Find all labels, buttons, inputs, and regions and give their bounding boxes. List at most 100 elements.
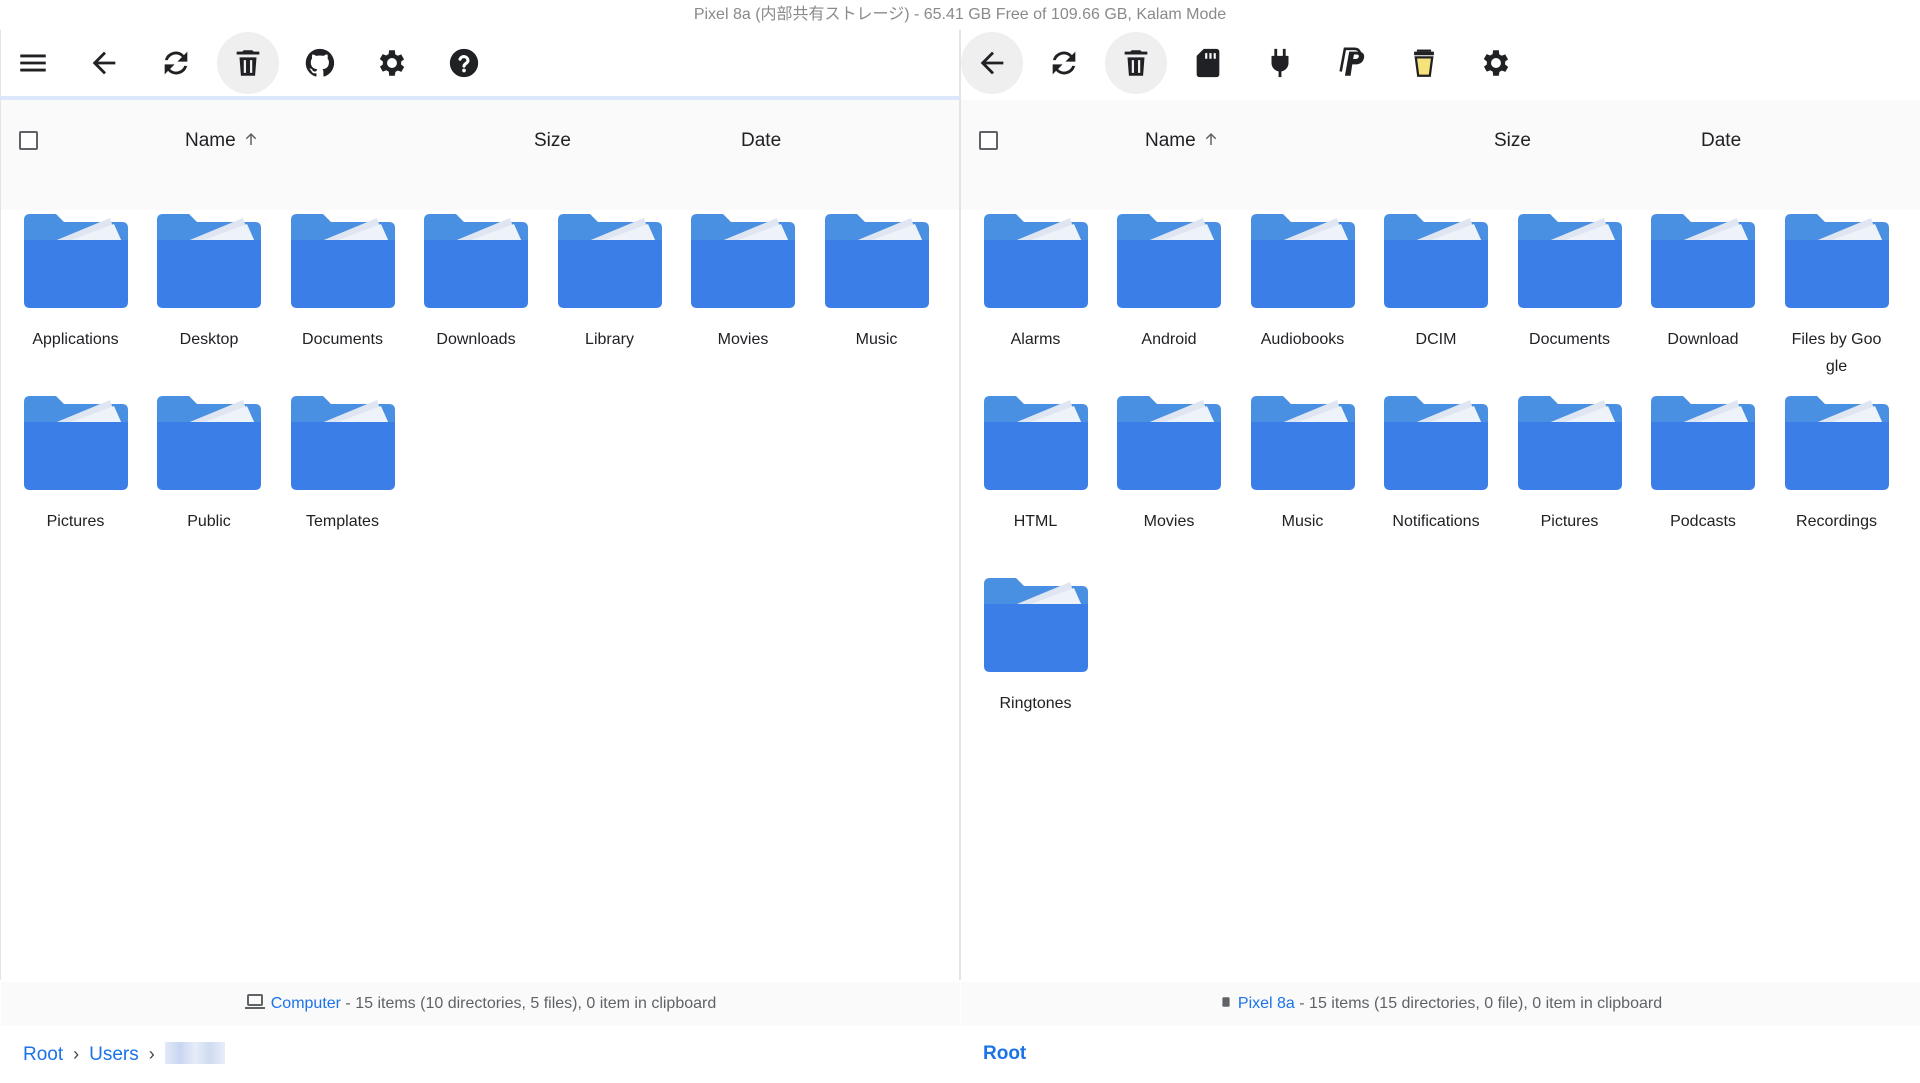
phone-icon [1222, 997, 1230, 1007]
device-link-computer[interactable]: Computer [271, 995, 341, 1012]
folder-item[interactable]: Recordings [1770, 394, 1903, 569]
folder-item[interactable]: Pictures [1503, 394, 1636, 569]
right-status-bar: Pixel 8a - 15 items (15 directories, 0 f… [961, 982, 1920, 1026]
folder-icon [157, 214, 261, 308]
date-column-header[interactable]: Date [1701, 129, 1741, 153]
folder-label: Audiobooks [1260, 331, 1345, 348]
select-all-checkbox[interactable] [979, 131, 998, 150]
folder-label: Movies [1143, 513, 1195, 530]
folder-item[interactable]: Audiobooks [1236, 212, 1369, 387]
folder-item[interactable]: Public [143, 394, 276, 569]
folder-label: HTML [1013, 513, 1058, 530]
breadcrumb-redacted-user[interactable] [164, 1042, 225, 1064]
folder-label: DCIM [1415, 331, 1457, 348]
donate-button[interactable] [1393, 32, 1455, 94]
folder-label: Templates [306, 513, 379, 530]
folder-icon [557, 214, 662, 308]
trash-icon [236, 50, 260, 76]
help-button[interactable] [433, 32, 495, 94]
folder-label: Public [187, 513, 231, 530]
folder-item[interactable]: Music [1236, 394, 1369, 569]
folder-item[interactable]: Templates [276, 394, 409, 569]
sort-up-icon [245, 133, 256, 145]
folder-label: Notifications [1392, 513, 1480, 530]
window-title: Pixel 8a (内部共有ストレージ) - 65.41 GB Free of … [693, 6, 1227, 23]
size-column-header[interactable]: Size [534, 129, 571, 153]
folder-item[interactable]: Movies [677, 212, 810, 387]
sd-card-icon [1196, 48, 1220, 78]
delete-button[interactable] [217, 32, 279, 94]
folder-label: Android [1141, 331, 1197, 348]
folder-item[interactable]: Movies [1103, 394, 1236, 569]
folder-icon [1784, 396, 1889, 490]
folder-icon [983, 396, 1088, 490]
folder-item[interactable]: DCIM [1370, 212, 1503, 387]
paypal-button[interactable] [1321, 32, 1383, 94]
folder-item[interactable]: Library [543, 212, 676, 387]
device-link-pixel[interactable]: Pixel 8a [1238, 995, 1295, 1012]
sort-up-icon [1205, 133, 1216, 145]
folder-icon [23, 214, 128, 308]
delete-button[interactable] [1105, 32, 1167, 94]
breadcrumb-root[interactable]: Root [23, 1044, 63, 1065]
left-status-text: - 15 items (10 directories, 5 files), 0 … [340, 995, 717, 1012]
github-button[interactable] [289, 32, 351, 94]
refresh-button[interactable] [1033, 32, 1095, 94]
folder-item[interactable]: Alarms [969, 212, 1102, 387]
folder-icon [23, 396, 128, 490]
folder-item[interactable]: Downloads [410, 212, 543, 387]
folder-icon [691, 214, 795, 308]
folder-icon [1784, 214, 1889, 308]
folder-item[interactable]: Music [810, 212, 943, 387]
back-button[interactable] [73, 32, 135, 94]
gear-icon [379, 50, 405, 76]
folder-icon [983, 214, 1088, 308]
folder-icon [424, 214, 528, 308]
left-breadcrumb: Root › Users › [1, 1026, 960, 1082]
size-column-header[interactable]: Size [1494, 129, 1531, 153]
refresh-button[interactable] [145, 32, 207, 94]
folder-label: Library [585, 331, 634, 348]
folder-item[interactable]: Ringtones [969, 576, 1102, 751]
select-all-checkbox[interactable] [19, 131, 38, 150]
back-button[interactable] [961, 32, 1023, 94]
menu-icon [20, 54, 46, 72]
folder-item[interactable]: HTML [969, 394, 1102, 569]
breadcrumb-root[interactable]: Root [983, 1043, 1026, 1064]
settings-button[interactable] [1465, 32, 1527, 94]
folder-icon [1517, 396, 1622, 490]
folder-label: Applications [32, 331, 119, 348]
name-column-label: Name [185, 130, 236, 151]
date-column-header[interactable]: Date [741, 129, 781, 153]
name-column-header[interactable]: Name [185, 129, 260, 153]
folder-icon [1651, 396, 1755, 490]
help-icon [449, 48, 479, 78]
folder-icon [1384, 214, 1488, 308]
name-column-header[interactable]: Name [1145, 129, 1220, 153]
folder-item[interactable]: Notifications [1370, 394, 1503, 569]
folder-label: Files by Goo gle [1791, 331, 1882, 375]
folder-icon [983, 578, 1088, 672]
folder-icon [1651, 214, 1755, 308]
folder-label: Ringtones [999, 695, 1072, 712]
folder-icon [1517, 214, 1622, 308]
folder-item[interactable]: Documents [1503, 212, 1636, 387]
sd-card-button[interactable] [1177, 32, 1239, 94]
folder-label: Downloads [436, 331, 516, 348]
left-status-bar: Computer - 15 items (10 directories, 5 f… [1, 982, 960, 1026]
folder-item[interactable]: Applications [9, 212, 142, 387]
laptop-icon [244, 994, 265, 1009]
folder-item[interactable]: Download [1637, 212, 1770, 387]
settings-button[interactable] [361, 32, 423, 94]
right-pane: Name Size Date Alarms Android Audiobooks DC… [960, 30, 1920, 1064]
folder-item[interactable]: Files by Goo gle [1770, 212, 1903, 387]
connect-button[interactable] [1249, 32, 1311, 94]
folder-item[interactable]: Documents [276, 212, 409, 387]
folder-item[interactable]: Android [1103, 212, 1236, 387]
breadcrumb-users[interactable]: Users [89, 1044, 139, 1065]
folder-item[interactable]: Pictures [9, 394, 142, 569]
menu-button[interactable] [2, 32, 64, 94]
folder-item[interactable]: Desktop [143, 212, 276, 387]
folder-item[interactable]: Podcasts [1637, 394, 1770, 569]
refresh-icon [1052, 51, 1076, 75]
